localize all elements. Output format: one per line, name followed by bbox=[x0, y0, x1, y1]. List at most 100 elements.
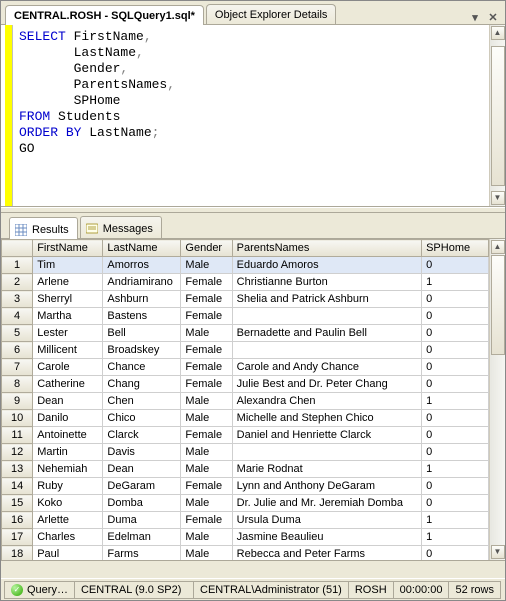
cell-sphome[interactable]: 0 bbox=[422, 308, 489, 325]
row-header[interactable]: 1 bbox=[2, 257, 33, 274]
window-menu-icon[interactable]: ▾ bbox=[467, 10, 483, 24]
table-row[interactable]: 15KokoDombaMaleDr. Julie and Mr. Jeremia… bbox=[2, 495, 489, 512]
cell-lastname[interactable]: Andriamirano bbox=[103, 274, 181, 291]
cell-gender[interactable]: Female bbox=[181, 478, 232, 495]
row-header[interactable]: 8 bbox=[2, 376, 33, 393]
cell-gender[interactable]: Male bbox=[181, 444, 232, 461]
row-header[interactable]: 2 bbox=[2, 274, 33, 291]
results-grid[interactable]: FirstNameLastNameGenderParentsNamesSPHom… bbox=[1, 239, 489, 560]
cell-gender[interactable]: Male bbox=[181, 393, 232, 410]
cell-firstname[interactable]: Sherryl bbox=[33, 291, 103, 308]
scroll-up-icon[interactable]: ▲ bbox=[491, 240, 505, 254]
cell-firstname[interactable]: Carole bbox=[33, 359, 103, 376]
cell-lastname[interactable]: Chen bbox=[103, 393, 181, 410]
cell-firstname[interactable]: Martha bbox=[33, 308, 103, 325]
row-header[interactable]: 4 bbox=[2, 308, 33, 325]
cell-firstname[interactable]: Catherine bbox=[33, 376, 103, 393]
grid-scrollbar[interactable]: ▲ ▼ bbox=[489, 239, 505, 560]
cell-parentsnames[interactable]: Christianne Burton bbox=[232, 274, 421, 291]
row-header[interactable]: 13 bbox=[2, 461, 33, 478]
tab-results[interactable]: Results bbox=[9, 217, 78, 239]
cell-lastname[interactable]: Edelman bbox=[103, 529, 181, 546]
table-row[interactable]: 3SherrylAshburnFemaleShelia and Patrick … bbox=[2, 291, 489, 308]
cell-parentsnames[interactable]: Alexandra Chen bbox=[232, 393, 421, 410]
cell-sphome[interactable]: 0 bbox=[422, 257, 489, 274]
cell-sphome[interactable]: 0 bbox=[422, 546, 489, 561]
cell-parentsnames[interactable]: Dr. Julie and Mr. Jeremiah Domba bbox=[232, 495, 421, 512]
cell-sphome[interactable]: 1 bbox=[422, 529, 489, 546]
cell-lastname[interactable]: Domba bbox=[103, 495, 181, 512]
cell-parentsnames[interactable]: Bernadette and Paulin Bell bbox=[232, 325, 421, 342]
cell-firstname[interactable]: Ruby bbox=[33, 478, 103, 495]
cell-firstname[interactable]: Arlette bbox=[33, 512, 103, 529]
table-row[interactable]: 7CaroleChanceFemaleCarole and Andy Chanc… bbox=[2, 359, 489, 376]
cell-gender[interactable]: Female bbox=[181, 291, 232, 308]
cell-sphome[interactable]: 1 bbox=[422, 393, 489, 410]
cell-sphome[interactable]: 0 bbox=[422, 342, 489, 359]
cell-parentsnames[interactable]: Daniel and Henriette Clarck bbox=[232, 427, 421, 444]
cell-lastname[interactable]: Chance bbox=[103, 359, 181, 376]
row-header[interactable]: 16 bbox=[2, 512, 33, 529]
column-header-lastname[interactable]: LastName bbox=[103, 240, 181, 257]
cell-parentsnames[interactable] bbox=[232, 444, 421, 461]
close-icon[interactable]: ✕ bbox=[485, 10, 501, 24]
cell-sphome[interactable]: 1 bbox=[422, 274, 489, 291]
cell-sphome[interactable]: 1 bbox=[422, 461, 489, 478]
table-row[interactable]: 14RubyDeGaramFemaleLynn and Anthony DeGa… bbox=[2, 478, 489, 495]
cell-gender[interactable]: Female bbox=[181, 376, 232, 393]
scroll-thumb[interactable] bbox=[491, 46, 505, 186]
cell-firstname[interactable]: Dean bbox=[33, 393, 103, 410]
cell-parentsnames[interactable] bbox=[232, 308, 421, 325]
cell-lastname[interactable]: Davis bbox=[103, 444, 181, 461]
cell-parentsnames[interactable]: Julie Best and Dr. Peter Chang bbox=[232, 376, 421, 393]
cell-lastname[interactable]: Farms bbox=[103, 546, 181, 561]
cell-firstname[interactable]: Tim bbox=[33, 257, 103, 274]
cell-lastname[interactable]: DeGaram bbox=[103, 478, 181, 495]
table-row[interactable]: 4MarthaBastensFemale0 bbox=[2, 308, 489, 325]
cell-sphome[interactable]: 0 bbox=[422, 478, 489, 495]
row-header[interactable]: 15 bbox=[2, 495, 33, 512]
row-header[interactable]: 14 bbox=[2, 478, 33, 495]
cell-sphome[interactable]: 0 bbox=[422, 359, 489, 376]
cell-lastname[interactable]: Chico bbox=[103, 410, 181, 427]
cell-gender[interactable]: Male bbox=[181, 325, 232, 342]
row-header[interactable]: 9 bbox=[2, 393, 33, 410]
cell-gender[interactable]: Female bbox=[181, 427, 232, 444]
cell-gender[interactable]: Male bbox=[181, 529, 232, 546]
cell-sphome[interactable]: 0 bbox=[422, 291, 489, 308]
cell-parentsnames[interactable]: Carole and Andy Chance bbox=[232, 359, 421, 376]
cell-gender[interactable]: Female bbox=[181, 342, 232, 359]
cell-gender[interactable]: Female bbox=[181, 274, 232, 291]
cell-firstname[interactable]: Koko bbox=[33, 495, 103, 512]
cell-sphome[interactable]: 0 bbox=[422, 376, 489, 393]
table-row[interactable]: 13NehemiahDeanMaleMarie Rodnat1 bbox=[2, 461, 489, 478]
row-header[interactable]: 6 bbox=[2, 342, 33, 359]
table-row[interactable]: 17CharlesEdelmanMaleJasmine Beaulieu1 bbox=[2, 529, 489, 546]
cell-gender[interactable]: Male bbox=[181, 410, 232, 427]
table-row[interactable]: 10DaniloChicoMaleMichelle and Stephen Ch… bbox=[2, 410, 489, 427]
row-header[interactable]: 17 bbox=[2, 529, 33, 546]
column-header-parentsnames[interactable]: ParentsNames bbox=[232, 240, 421, 257]
cell-sphome[interactable]: 1 bbox=[422, 512, 489, 529]
cell-parentsnames[interactable]: Eduardo Amoros bbox=[232, 257, 421, 274]
row-header[interactable]: 3 bbox=[2, 291, 33, 308]
cell-firstname[interactable]: Arlene bbox=[33, 274, 103, 291]
editor-scrollbar[interactable]: ▲ ▼ bbox=[489, 25, 505, 206]
cell-firstname[interactable]: Millicent bbox=[33, 342, 103, 359]
cell-lastname[interactable]: Amorros bbox=[103, 257, 181, 274]
cell-parentsnames[interactable]: Marie Rodnat bbox=[232, 461, 421, 478]
cell-firstname[interactable]: Lester bbox=[33, 325, 103, 342]
cell-lastname[interactable]: Broadskey bbox=[103, 342, 181, 359]
cell-parentsnames[interactable]: Lynn and Anthony DeGaram bbox=[232, 478, 421, 495]
cell-lastname[interactable]: Bell bbox=[103, 325, 181, 342]
table-row[interactable]: 8CatherineChangFemaleJulie Best and Dr. … bbox=[2, 376, 489, 393]
cell-firstname[interactable]: Nehemiah bbox=[33, 461, 103, 478]
row-header[interactable]: 7 bbox=[2, 359, 33, 376]
cell-parentsnames[interactable]: Michelle and Stephen Chico bbox=[232, 410, 421, 427]
row-header[interactable]: 11 bbox=[2, 427, 33, 444]
cell-gender[interactable]: Male bbox=[181, 257, 232, 274]
cell-gender[interactable]: Male bbox=[181, 461, 232, 478]
table-row[interactable]: 6MillicentBroadskeyFemale 0 bbox=[2, 342, 489, 359]
cell-firstname[interactable]: Antoinette bbox=[33, 427, 103, 444]
cell-sphome[interactable]: 0 bbox=[422, 444, 489, 461]
